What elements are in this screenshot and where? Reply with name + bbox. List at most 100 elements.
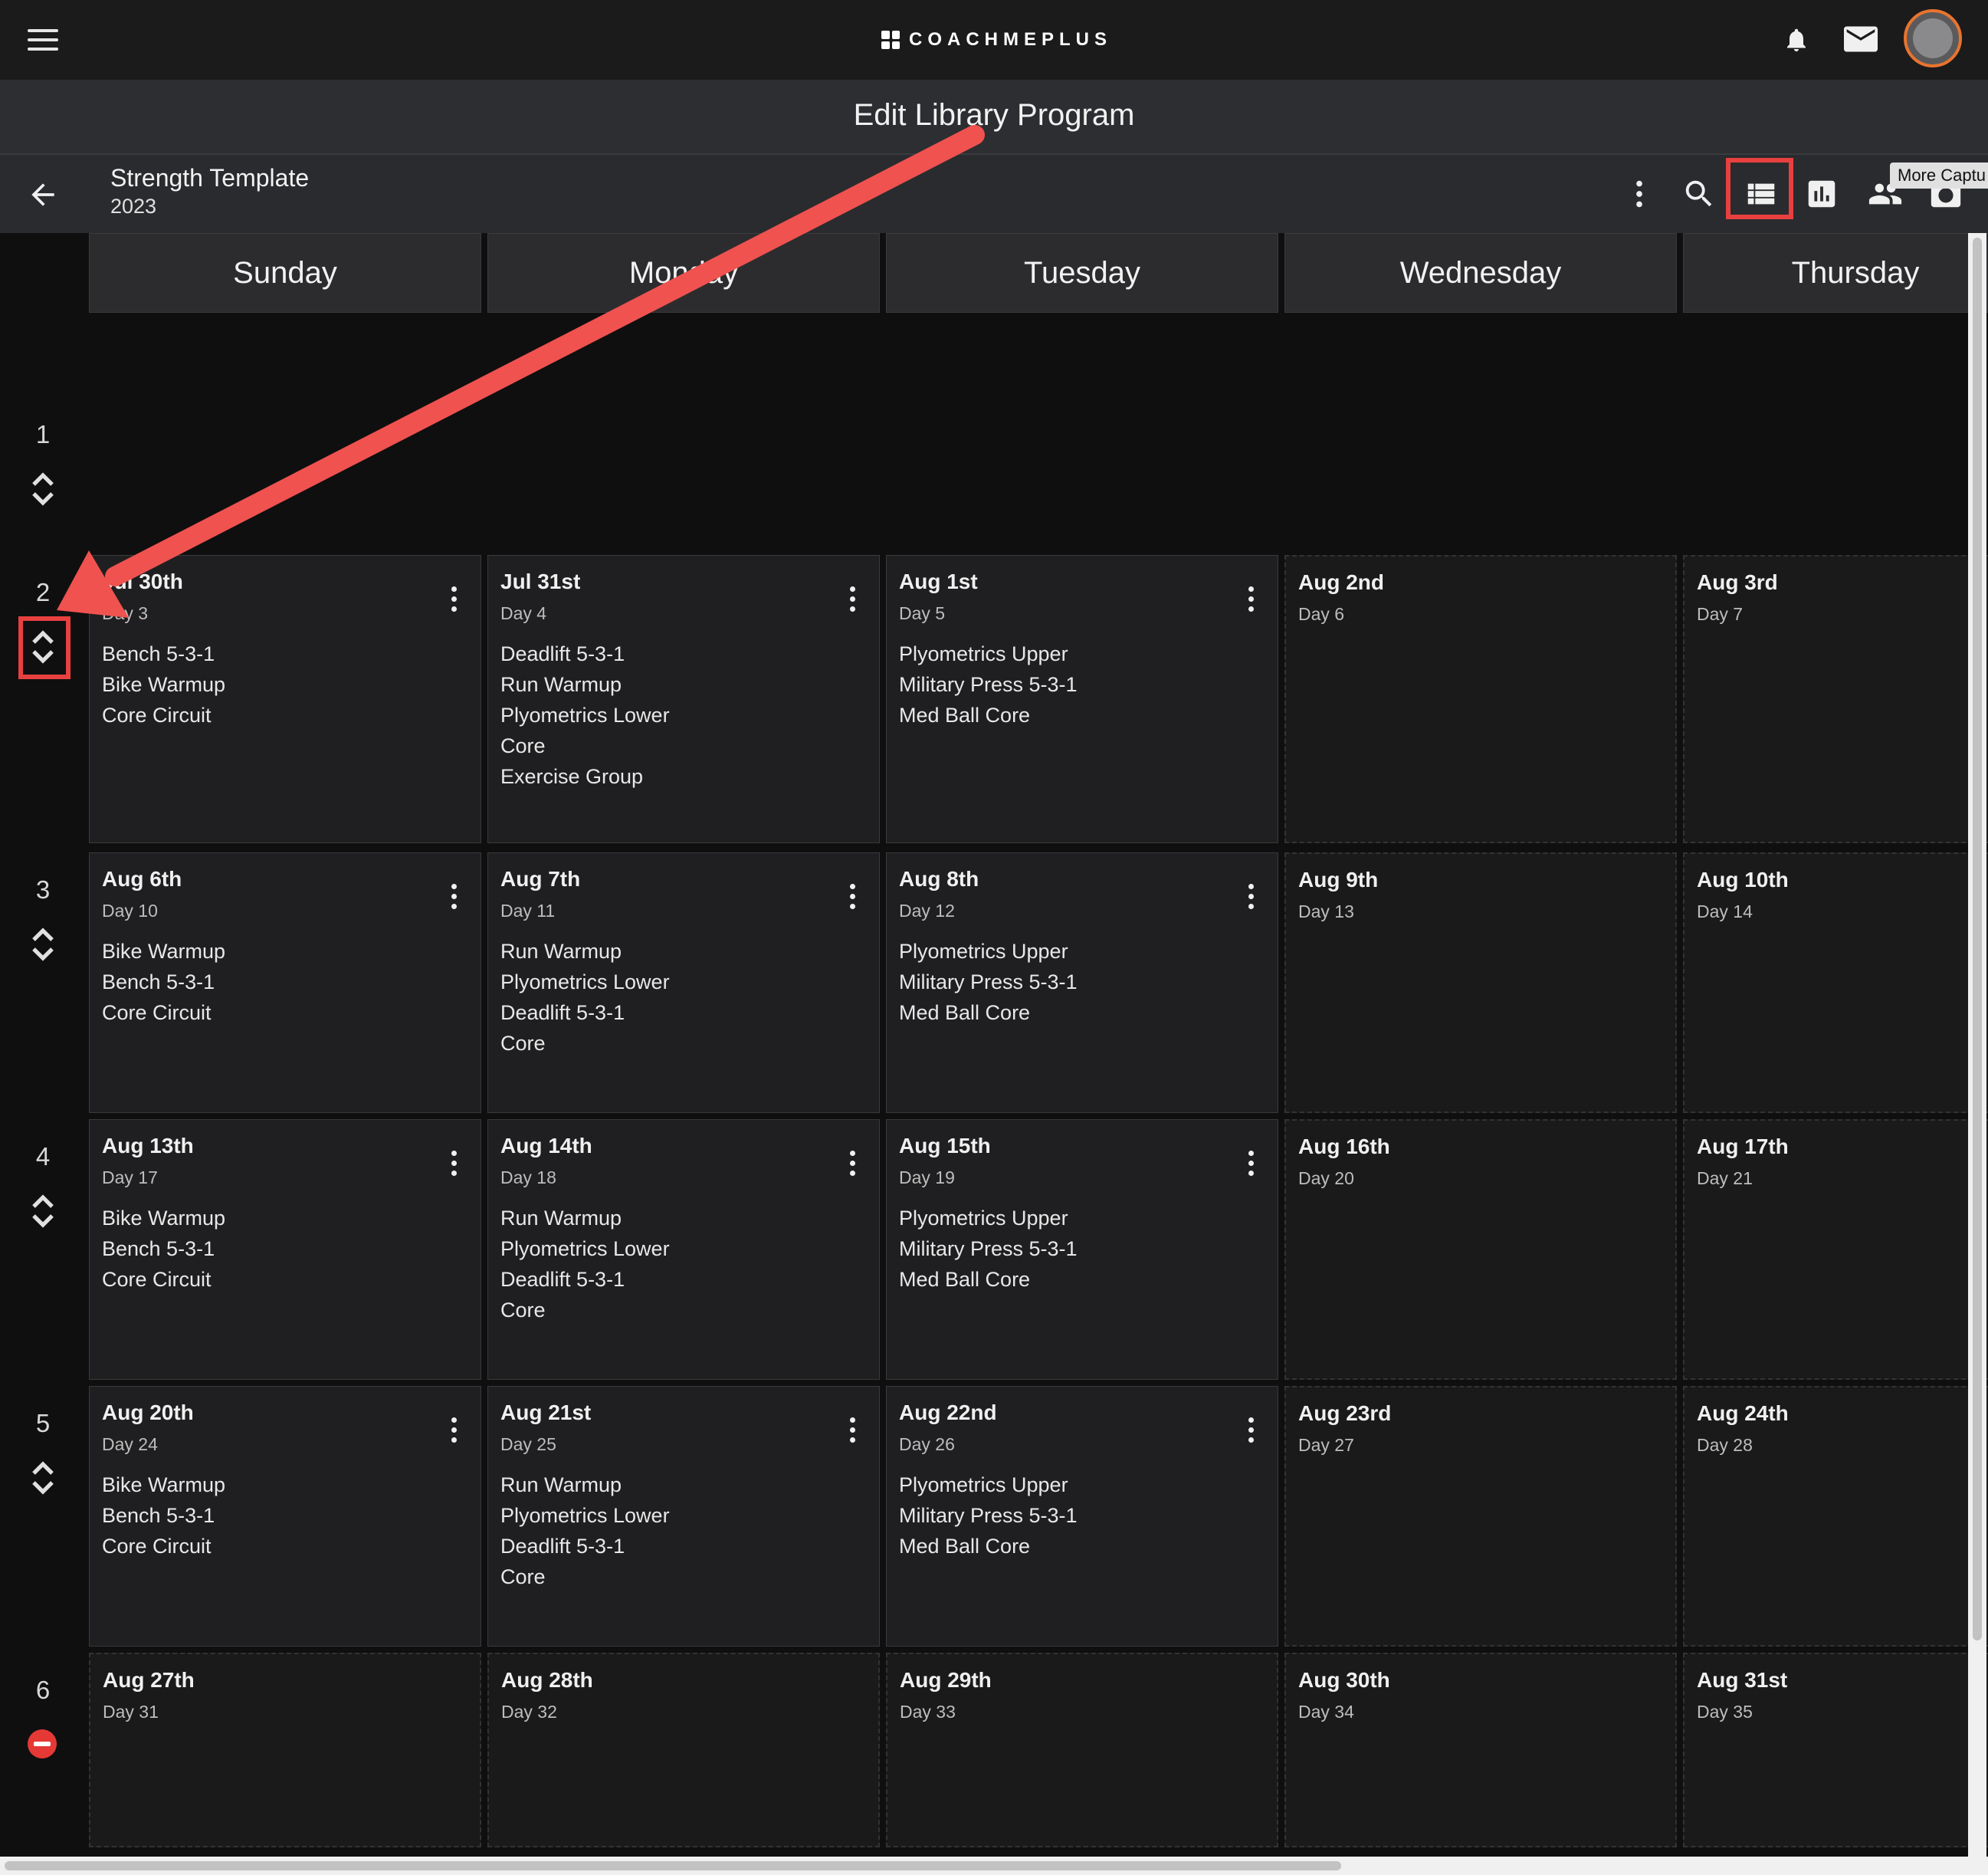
search-icon[interactable] (1681, 176, 1717, 212)
day-cell[interactable]: Aug 31st Day 35 (1683, 1653, 1988, 1847)
cell-more-icon[interactable] (450, 1151, 458, 1177)
exercise-item[interactable]: Core Circuit (102, 1264, 225, 1295)
exercise-item[interactable]: Deadlift 5-3-1 (500, 1264, 670, 1295)
cell-more-icon[interactable] (450, 1417, 458, 1443)
cell-more-icon[interactable] (848, 884, 856, 910)
exercise-item[interactable]: Plyometrics Lower (500, 1500, 670, 1531)
exercise-item[interactable]: Bench 5-3-1 (102, 967, 225, 997)
day-cell[interactable]: Aug 3rd Day 7 (1683, 555, 1988, 843)
reorder-week-icon[interactable] (29, 472, 57, 506)
cell-more-icon[interactable] (848, 586, 856, 612)
exercise-item[interactable]: Bike Warmup (102, 669, 225, 700)
exercise-item[interactable]: Core Circuit (102, 1531, 225, 1561)
cell-more-icon[interactable] (450, 586, 458, 612)
exercise-item[interactable]: Core (500, 1295, 670, 1325)
day-cell[interactable]: Aug 20th Day 24 Bike Warmup Bench 5-3-1 Core… (89, 1386, 481, 1647)
back-arrow-icon[interactable] (26, 178, 60, 212)
exercise-item[interactable]: Core (500, 1561, 670, 1592)
day-cell[interactable]: Aug 23rd Day 27 (1284, 1386, 1677, 1647)
exercise-item[interactable]: Military Press 5-3-1 (899, 967, 1078, 997)
bar-chart-icon[interactable] (1804, 176, 1839, 212)
exercise-item[interactable]: Plyometrics Upper (899, 1469, 1078, 1500)
exercise-item[interactable]: Exercise Group (500, 761, 670, 792)
exercise-item[interactable]: Core Circuit (102, 997, 225, 1028)
exercise-item[interactable]: Med Ball Core (899, 1531, 1078, 1561)
exercise-item[interactable]: Deadlift 5-3-1 (500, 639, 670, 669)
exercise-item[interactable]: Run Warmup (500, 1469, 670, 1500)
exercise-item[interactable]: Bike Warmup (102, 936, 225, 967)
page-title-bar: Edit Library Program (0, 80, 1988, 155)
exercise-item[interactable]: Run Warmup (500, 936, 670, 967)
exercise-item[interactable]: Run Warmup (500, 1203, 670, 1233)
day-cell[interactable]: Aug 21st Day 25 Run Warmup Plyometrics Lowe… (487, 1386, 880, 1647)
avatar[interactable] (1904, 9, 1962, 67)
exercise-item[interactable]: Core (500, 731, 670, 761)
day-cell[interactable]: Aug 13th Day 17 Bike Warmup Bench 5-3-1 Core… (89, 1119, 481, 1380)
day-cell[interactable]: Aug 2nd Day 6 (1284, 555, 1677, 843)
cell-date: Aug 7th (500, 867, 581, 891)
day-cell[interactable]: Aug 17th Day 21 (1683, 1119, 1988, 1380)
day-cell[interactable]: Aug 28th Day 32 (487, 1653, 880, 1847)
day-cell[interactable]: Aug 6th Day 10 Bike Warmup Bench 5-3-1 Core … (89, 852, 481, 1113)
day-cell[interactable]: Aug 16th Day 20 (1284, 1119, 1677, 1380)
cell-day-number: Day 11 (500, 901, 556, 921)
cell-more-icon[interactable] (1247, 586, 1255, 612)
exercise-item[interactable]: Military Press 5-3-1 (899, 1500, 1078, 1531)
cell-day-number: Day 18 (500, 1167, 556, 1187)
exercise-item[interactable]: Plyometrics Upper (899, 1203, 1078, 1233)
exercise-item[interactable]: Plyometrics Lower (500, 967, 670, 997)
day-cell[interactable]: Jul 30th Day 3 Bench 5-3-1 Bike Warmup Core … (89, 555, 481, 843)
cell-more-icon[interactable] (848, 1417, 856, 1443)
day-header-thursday: Thursday (1683, 233, 1988, 313)
menu-icon[interactable] (28, 29, 58, 51)
day-cell[interactable]: Aug 15th Day 19 Plyometrics Upper Military … (886, 1119, 1278, 1380)
exercise-item[interactable]: Run Warmup (500, 669, 670, 700)
exercise-item[interactable]: Plyometrics Lower (500, 1233, 670, 1264)
more-vert-icon[interactable] (1622, 176, 1657, 212)
mail-icon[interactable] (1844, 26, 1878, 52)
cell-more-icon[interactable] (1247, 1417, 1255, 1443)
day-cell[interactable]: Aug 1st Day 5 Plyometrics Upper Military Pr… (886, 555, 1278, 843)
day-cell[interactable]: Aug 7th Day 11 Run Warmup Plyometrics Lower… (487, 852, 880, 1113)
exercise-item[interactable]: Deadlift 5-3-1 (500, 997, 670, 1028)
reorder-week-icon[interactable] (29, 928, 57, 961)
day-cell[interactable]: Aug 24th Day 28 (1683, 1386, 1988, 1647)
exercise-item[interactable]: Plyometrics Lower (500, 700, 670, 731)
cell-more-icon[interactable] (450, 884, 458, 910)
cell-more-icon[interactable] (1247, 884, 1255, 910)
exercise-item[interactable]: Plyometrics Upper (899, 639, 1078, 669)
exercise-item[interactable]: Bench 5-3-1 (102, 1233, 225, 1264)
exercise-item[interactable]: Bike Warmup (102, 1203, 225, 1233)
exercise-item[interactable]: Med Ball Core (899, 1264, 1078, 1295)
exercise-item[interactable]: Bench 5-3-1 (102, 1500, 225, 1531)
exercise-item[interactable]: Med Ball Core (899, 997, 1078, 1028)
exercise-item[interactable]: Military Press 5-3-1 (899, 1233, 1078, 1264)
day-cell[interactable]: Aug 14th Day 18 Run Warmup Plyometrics Lowe… (487, 1119, 880, 1380)
day-cell[interactable]: Jul 31st Day 4 Deadlift 5-3-1 Run Warmup Ply… (487, 555, 880, 843)
exercise-item[interactable]: Military Press 5-3-1 (899, 669, 1078, 700)
reorder-week-icon[interactable] (29, 1194, 57, 1228)
bell-icon[interactable] (1783, 23, 1810, 57)
day-cell[interactable]: Aug 10th Day 14 (1683, 852, 1988, 1113)
exercise-item[interactable]: Med Ball Core (899, 700, 1078, 731)
vertical-scrollbar[interactable] (1968, 233, 1986, 1857)
cell-more-icon[interactable] (1247, 1151, 1255, 1177)
day-cell[interactable]: Aug 9th Day 13 (1284, 852, 1677, 1113)
day-cell[interactable]: Aug 22nd Day 26 Plyometrics Upper Military … (886, 1386, 1278, 1647)
exercise-list: Bike Warmup Bench 5-3-1 Core Circuit (102, 1203, 225, 1295)
day-cell[interactable]: Aug 8th Day 12 Plyometrics Upper Military P… (886, 852, 1278, 1113)
exercise-item[interactable]: Core Circuit (102, 700, 225, 731)
cell-more-icon[interactable] (848, 1151, 856, 1177)
day-cell[interactable]: Aug 27th Day 31 (89, 1653, 481, 1847)
day-header-wednesday: Wednesday (1284, 233, 1677, 313)
exercise-item[interactable]: Bike Warmup (102, 1469, 225, 1500)
exercise-item[interactable]: Core (500, 1028, 670, 1059)
horizontal-scrollbar[interactable] (0, 1857, 1988, 1875)
exercise-item[interactable]: Deadlift 5-3-1 (500, 1531, 670, 1561)
day-cell[interactable]: Aug 30th Day 34 (1284, 1653, 1677, 1847)
reorder-week-icon[interactable] (29, 1461, 57, 1495)
remove-week-icon[interactable] (28, 1729, 57, 1758)
exercise-item[interactable]: Plyometrics Upper (899, 936, 1078, 967)
exercise-item[interactable]: Bench 5-3-1 (102, 639, 225, 669)
day-cell[interactable]: Aug 29th Day 33 (886, 1653, 1278, 1847)
